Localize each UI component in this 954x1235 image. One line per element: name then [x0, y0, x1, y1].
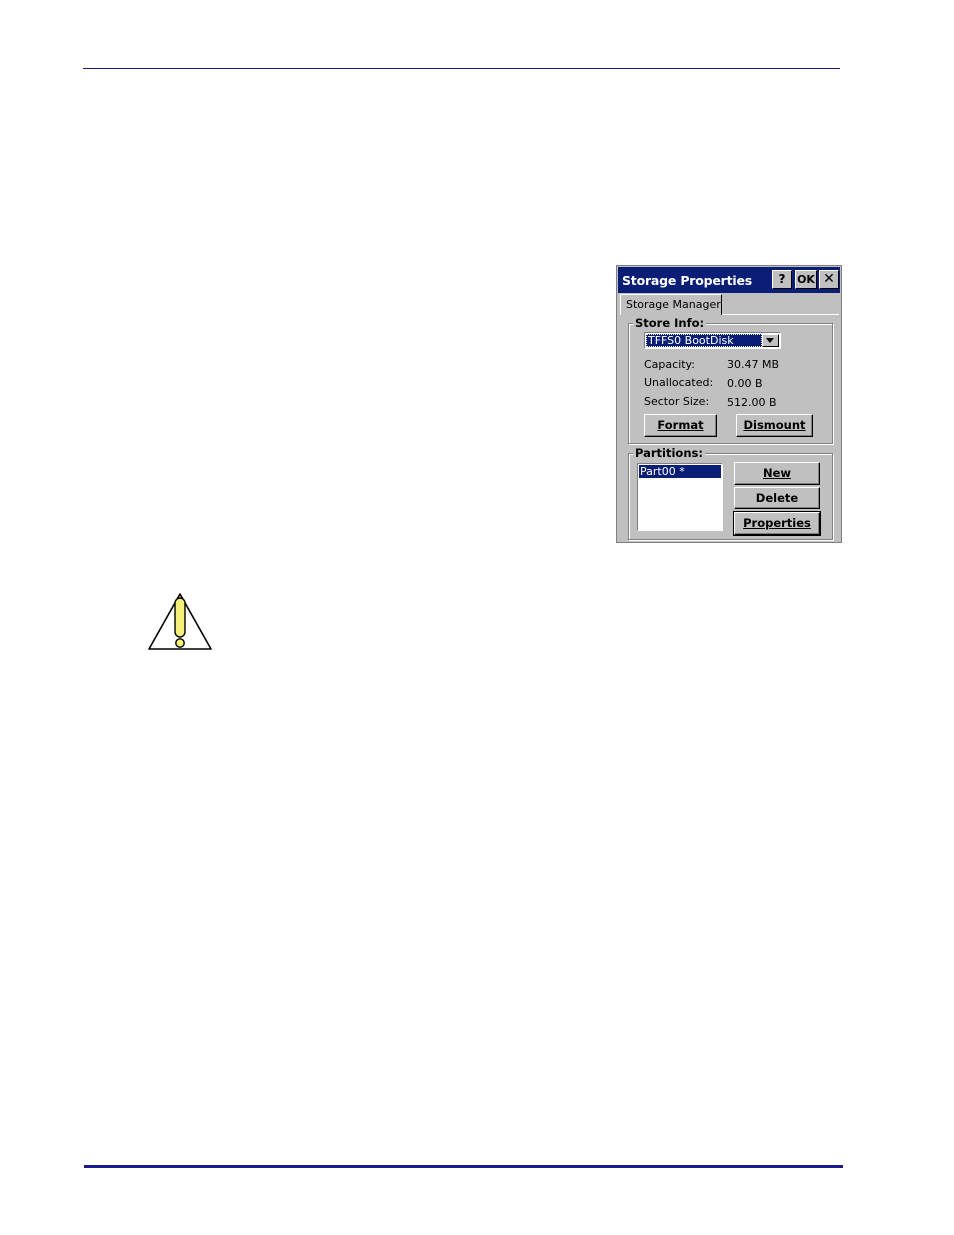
format-button[interactable]: Format: [644, 414, 717, 437]
delete-partition-button[interactable]: Delete: [734, 487, 820, 509]
ok-button[interactable]: OK: [795, 270, 817, 289]
store-info-label: Store Info:: [633, 316, 707, 330]
unallocated-label: Unallocated:: [644, 376, 714, 389]
partition-properties-button[interactable]: Properties: [733, 511, 821, 536]
capacity-label: Capacity:: [644, 358, 695, 371]
help-button[interactable]: ?: [772, 270, 792, 289]
list-item[interactable]: Part00 *: [639, 465, 721, 478]
store-select-value: TFFS0 BootDisk: [646, 334, 762, 347]
sector-size-label: Sector Size:: [644, 395, 710, 408]
partitions-list[interactable]: Part00 *: [637, 463, 723, 531]
partitions-label: Partitions:: [633, 446, 705, 460]
unallocated-value: 0.00 B: [727, 377, 763, 390]
store-select[interactable]: TFFS0 BootDisk: [644, 332, 781, 349]
dismount-button[interactable]: Dismount: [736, 414, 813, 437]
close-button[interactable]: ✕: [819, 270, 839, 289]
new-button-label: New: [762, 466, 792, 480]
dismount-button-label: Dismount: [743, 418, 806, 432]
storage-properties-dialog: Storage Properties ? OK ✕ Storage Manage…: [616, 265, 842, 543]
sector-size-value: 512.00 B: [727, 396, 777, 409]
delete-button-label: Delete: [755, 491, 799, 505]
dialog-title: Storage Properties: [622, 273, 753, 288]
dialog-titlebar: Storage Properties ? OK ✕: [618, 267, 840, 293]
caution-triangle-icon: [148, 593, 212, 650]
footer-rule: [84, 1165, 843, 1168]
capacity-value: 30.47 MB: [727, 358, 780, 371]
new-partition-button[interactable]: New: [734, 462, 820, 485]
properties-button-label: Properties: [743, 516, 811, 530]
format-button-label: Format: [657, 418, 704, 432]
tab-storage-manager[interactable]: Storage Manager: [620, 294, 722, 315]
header-rule: [83, 68, 840, 69]
chevron-down-icon[interactable]: [762, 334, 779, 347]
